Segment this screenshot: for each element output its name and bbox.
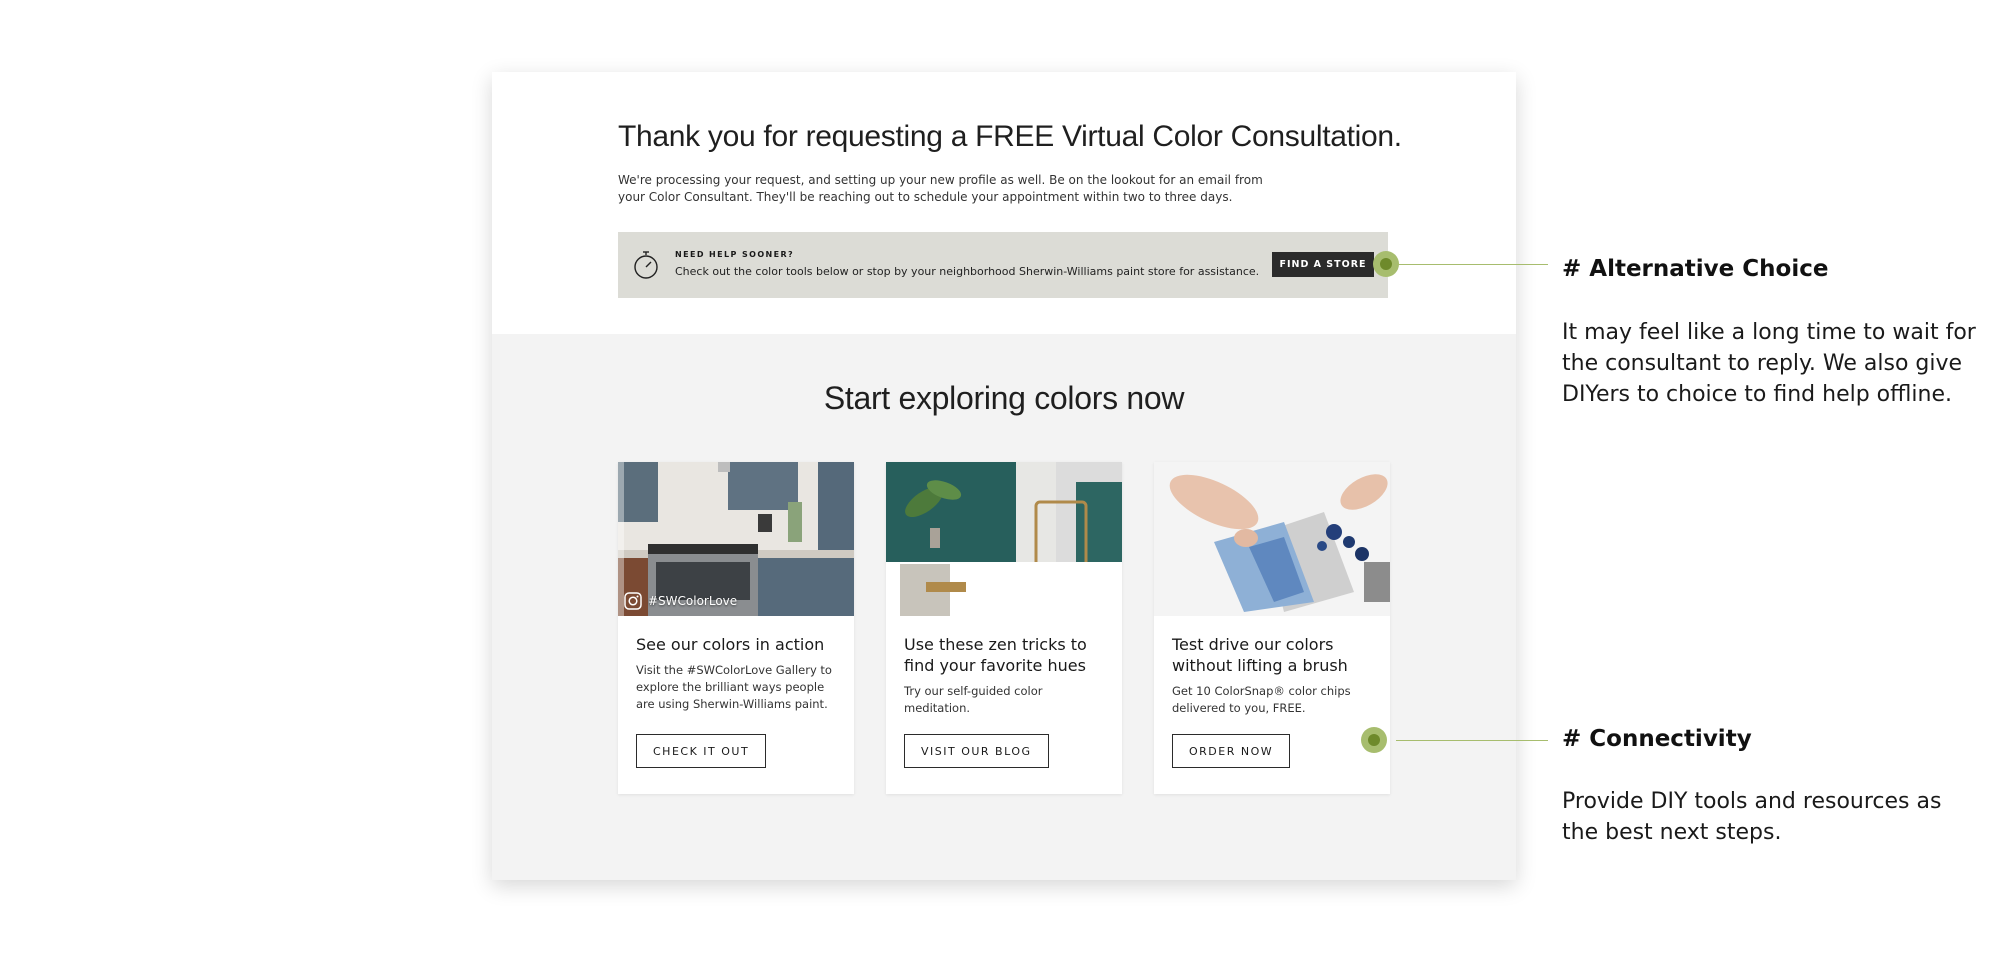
kitchen-photo: #SWColorLove [618, 462, 854, 616]
annotation-leader-line [1396, 264, 1548, 265]
instagram-icon [624, 592, 642, 610]
card-title: Test drive our colors without lifting a … [1172, 635, 1348, 675]
card-title: Use these zen tricks to find your favori… [904, 635, 1087, 675]
card-description: Try our self-guided color meditation. [904, 684, 1043, 715]
explore-heading: Start exploring colors now [823, 380, 1185, 416]
help-banner: NEED HELP SOONER? Check out the color to… [618, 232, 1388, 298]
card-description: Visit the #SWColorLove Gallery to explor… [636, 663, 832, 711]
help-label: NEED HELP SOONER? [675, 250, 795, 259]
annotation-body: Provide DIY tools and resources as the b… [1562, 789, 1942, 845]
annotation-leader-line [1396, 740, 1548, 741]
annotation-heading: # Alternative Choice [1562, 256, 1829, 282]
page-title: Thank you for requesting a FREE Virtual … [618, 120, 1402, 153]
confirmation-page: Thank you for requesting a FREE Virtual … [492, 72, 1516, 880]
card-description: Get 10 ColorSnap® color chips delivered … [1172, 684, 1351, 715]
check-it-out-button[interactable]: CHECK IT OUT [636, 734, 767, 768]
annotation-marker [1361, 727, 1387, 753]
visit-our-blog-button[interactable]: VISIT OUR BLOG [904, 734, 1049, 768]
annotation-marker [1373, 251, 1399, 277]
annotation-body: It may feel like a long time to wait for… [1562, 320, 1976, 407]
bathroom-photo [886, 462, 1122, 616]
card-zen-tricks: Use these zen tricks to find your favori… [886, 462, 1122, 794]
card-title: See our colors in action [636, 635, 825, 654]
card-colors-in-action: #SWColorLove See our colors in action Vi… [618, 462, 854, 794]
explore-section: Start exploring colors now #SWColorLove … [492, 334, 1516, 880]
find-a-store-button[interactable]: FIND A STORE [1272, 252, 1374, 277]
color-chips-photo [1154, 462, 1390, 616]
order-now-button[interactable]: ORDER NOW [1172, 734, 1291, 768]
help-text: Check out the color tools below or stop … [675, 265, 1260, 278]
confirmation-section: Thank you for requesting a FREE Virtual … [492, 72, 1516, 334]
card-test-drive-colors: Test drive our colors without lifting a … [1154, 462, 1390, 794]
intro-text: We're processing your request, and setti… [618, 173, 1263, 204]
stopwatch-icon [634, 251, 658, 279]
annotation-heading: # Connectivity [1562, 726, 1752, 752]
instagram-tag: #SWColorLove [648, 594, 738, 608]
